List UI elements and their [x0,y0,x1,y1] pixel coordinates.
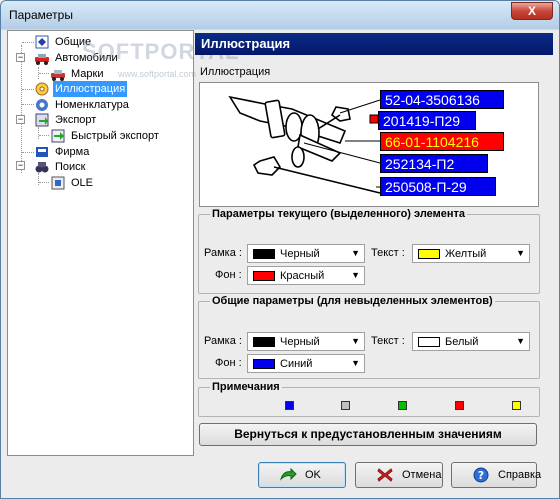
illustration-group-label: Иллюстрация [200,66,271,78]
help-icon: ? [473,467,489,483]
chevron-down-icon: ▼ [516,336,525,346]
bg-label: Фон : [215,269,242,281]
color-swatch [253,249,275,259]
options-window: Параметры X − − − Общие Автомобили Марки… [0,0,560,499]
tree-connector [22,42,34,43]
common-frame-color-select[interactable]: Черный ▼ [247,332,365,351]
tree-connector [22,89,34,90]
note-color-swatch[interactable] [455,401,464,410]
color-swatch [418,249,440,259]
bg-label: Фон : [215,357,242,369]
text-label: Текст : [371,247,405,259]
part-code-label[interactable]: 250508-П-29 [380,177,496,196]
window-title: Параметры [9,8,73,22]
part-code-label[interactable]: 252134-П2 [380,154,488,173]
chevron-down-icon: ▼ [351,336,360,346]
current-params-title: Параметры текущего (выделенного) элемент… [210,208,468,220]
page-title: Иллюстрация [195,33,553,55]
color-swatch [418,337,440,347]
note-color-swatch[interactable] [512,401,521,410]
tree-connector [22,152,34,153]
settings-tree[interactable]: − − − Общие Автомобили Марки Иллюстрация [7,30,238,456]
tree-connector [22,104,34,105]
part-code-label-selected[interactable]: 66-01-1104216 [380,132,504,151]
note-color-swatch[interactable] [285,401,294,410]
current-text-color-select[interactable]: Желтый ▼ [412,244,530,263]
current-bg-color-select[interactable]: Красный ▼ [247,266,365,285]
export-icon [35,113,49,127]
frame-label: Рамка : [204,247,242,259]
ok-arrow-icon [279,467,297,481]
quick-export-icon [51,129,65,143]
illustration-preview[interactable]: 52-04-3506136 201419-П29 66-01-1104216 2… [199,82,539,207]
expand-toggle-cars[interactable]: − [16,53,25,62]
notes-title: Примечания [210,381,282,393]
expand-toggle-export[interactable]: − [16,115,25,124]
chevron-down-icon: ▼ [516,248,525,258]
chevron-down-icon: ▼ [351,358,360,368]
note-color-swatch[interactable] [398,401,407,410]
chevron-down-icon: ▼ [351,270,360,280]
reset-defaults-button[interactable]: Вернуться к предустановленным значениям [199,423,537,446]
dialog-body: − − − Общие Автомобили Марки Иллюстрация [7,30,553,493]
cancel-button[interactable]: Отмена [355,462,443,488]
car-icon [35,54,49,65]
close-icon [377,468,393,482]
ole-icon [51,176,65,190]
watermark-url: www.softportal.com [118,69,197,79]
frame-label: Рамка : [204,335,242,347]
binoculars-icon [35,162,49,173]
common-bg-color-select[interactable]: Синий ▼ [247,354,365,373]
part-code-label[interactable]: 201419-П29 [378,111,476,130]
tree-connector [38,127,39,139]
color-swatch [253,271,275,281]
common-params-title: Общие параметры (для невыделенных элемен… [210,295,495,307]
part-code-label[interactable]: 52-04-3506136 [380,90,504,109]
ok-button[interactable]: OK [258,462,346,488]
note-color-swatch[interactable] [341,401,350,410]
current-frame-color-select[interactable]: Черный ▼ [247,244,365,263]
general-settings-icon [35,35,49,49]
text-label: Текст : [371,335,405,347]
svg-text:?: ? [478,469,484,482]
tree-connector [39,135,49,136]
help-button[interactable]: ? Справка [451,462,541,488]
gear-icon [36,99,48,111]
close-button[interactable]: X [511,2,553,20]
title-bar: Параметры X [1,1,559,29]
illustration-icon [35,82,49,96]
tree-connector [39,182,49,183]
chevron-down-icon: ▼ [351,248,360,258]
brand-car-icon [51,70,65,81]
company-icon [36,147,48,157]
color-swatch [253,337,275,347]
tree-connector [21,45,22,173]
tree-connector [39,73,49,74]
expand-toggle-search[interactable]: − [16,161,25,170]
common-text-color-select[interactable]: Белый ▼ [412,332,530,351]
color-swatch [253,359,275,369]
